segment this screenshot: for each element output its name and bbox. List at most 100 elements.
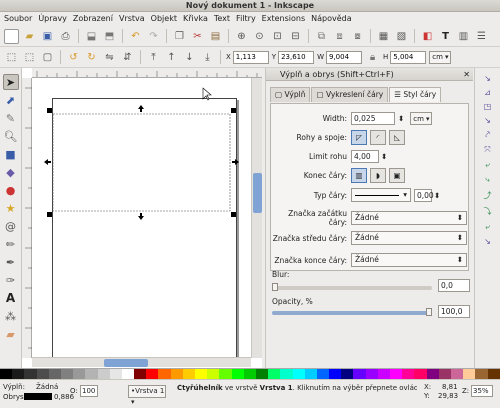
palette-swatch[interactable] — [48, 369, 61, 379]
tweak-tool-icon[interactable]: ✎ — [3, 110, 19, 126]
palette-swatch[interactable] — [12, 369, 25, 379]
palette-swatch[interactable] — [182, 369, 195, 379]
zoom-input[interactable]: 35% — [471, 385, 493, 397]
snap-guide-icon[interactable]: ⤶ — [485, 222, 489, 232]
lock-icon[interactable]: 🔒︎ — [365, 50, 380, 65]
blur-slider-knob[interactable] — [272, 283, 278, 291]
palette-swatch[interactable] — [255, 369, 269, 379]
selector-tool-icon[interactable]: ➤ — [2, 74, 19, 90]
pencil-tool-icon[interactable]: ✏ — [3, 236, 19, 252]
palette-swatch[interactable] — [85, 369, 98, 379]
layer-select[interactable]: •Vrstva 1 ▾ — [128, 385, 166, 406]
zoom-width-icon[interactable]: ⊟ — [288, 29, 303, 44]
paste-icon[interactable]: ▤ — [208, 29, 223, 44]
text-tool-icon[interactable]: A — [3, 290, 19, 306]
spiral-tool-icon[interactable]: @ — [3, 218, 19, 234]
snap-midpoints-icon[interactable]: ⤶ — [485, 160, 489, 170]
tab-stroke-style[interactable]: ☰ Styl čáry — [389, 87, 442, 102]
palette-swatch[interactable] — [402, 369, 415, 379]
dash-offset-spin[interactable]: 0,00 — [414, 188, 434, 202]
print-icon[interactable]: ⎙ — [58, 29, 73, 44]
rectangle-tool-icon[interactable]: ■ — [3, 146, 19, 162]
redo-icon[interactable]: ↷ — [146, 29, 161, 44]
lower-bottom-icon[interactable]: ⤓ — [200, 50, 215, 65]
unit-select[interactable]: cm ▾ — [429, 50, 452, 64]
opacity-indicator-input[interactable]: 100 — [80, 385, 98, 397]
menu-objekt[interactable]: Objekt — [151, 12, 177, 26]
menu-zobrazeni[interactable]: Zobrazení — [73, 12, 113, 26]
xml-editor-icon[interactable]: ▥ — [456, 29, 471, 44]
tab-fill[interactable]: ▢ Výplň — [270, 87, 311, 102]
end-marker-select[interactable]: Žádné ⬍ — [351, 253, 467, 267]
open-icon[interactable]: ▰ — [22, 29, 37, 44]
tab-stroke-paint[interactable]: ▢ Vykreslení čáry — [311, 87, 389, 102]
select-all-icon[interactable]: ⬚ — [4, 50, 19, 65]
new-document-icon[interactable] — [4, 28, 19, 44]
width-spin-arrows-icon[interactable]: ⬍ — [398, 114, 404, 123]
snap-rotation-icon[interactable]: ↘ — [484, 237, 491, 246]
width-input[interactable] — [326, 50, 362, 64]
mid-marker-select[interactable]: Žádné ⬍ — [351, 231, 467, 245]
start-marker-select[interactable]: Žádné ⬍ — [351, 211, 467, 225]
vertical-scroll-thumb[interactable] — [253, 173, 262, 213]
palette-swatch[interactable] — [170, 369, 183, 379]
unlink-clone-icon[interactable]: ⧇ — [350, 29, 365, 44]
import-icon[interactable]: ⬓ — [84, 29, 99, 44]
ungroup-icon[interactable]: ▧ — [394, 29, 409, 44]
menu-extensions[interactable]: Extensions — [262, 12, 305, 26]
palette-swatch[interactable] — [73, 369, 86, 379]
miter-join-icon[interactable]: ◸ — [351, 130, 367, 145]
snap-paths-icon[interactable]: ⤤ — [485, 130, 490, 140]
miter-limit-spin[interactable]: 4,00 — [351, 150, 379, 163]
zoom-drawing-icon[interactable]: ⊙ — [252, 29, 267, 44]
palette-swatch[interactable] — [0, 369, 13, 379]
rotate-cw-icon[interactable]: ↻ — [84, 50, 99, 65]
snap-bbox-edges-icon[interactable]: ◳ — [484, 102, 492, 111]
clone-icon[interactable]: ⧈ — [332, 29, 347, 44]
eraser-tool-icon[interactable]: ▰ — [3, 326, 19, 342]
cut-icon[interactable]: ✂ — [190, 29, 205, 44]
palette-swatch[interactable] — [121, 369, 135, 379]
menu-filtry[interactable]: Filtry — [236, 12, 256, 26]
zoom-selection-icon[interactable]: ⊕ — [234, 29, 249, 44]
blur-slider[interactable] — [272, 283, 432, 291]
pen-tool-icon[interactable]: ✒ — [3, 254, 19, 270]
palette-swatch[interactable] — [304, 369, 317, 379]
palette-swatch[interactable] — [450, 369, 464, 379]
text-font-icon[interactable]: T — [438, 29, 453, 44]
width-spin[interactable]: 0,025 — [351, 112, 395, 125]
undo-icon[interactable]: ↶ — [128, 29, 143, 44]
snap-enable-icon[interactable]: ↘ — [484, 74, 491, 83]
calligraphy-tool-icon[interactable]: ✑ — [3, 272, 19, 288]
palette-swatch[interactable] — [146, 369, 159, 379]
palette-swatch[interactable] — [195, 369, 208, 379]
round-join-icon[interactable]: ◜ — [370, 130, 386, 145]
copy-icon[interactable]: ❐ — [172, 29, 187, 44]
square-cap-icon[interactable]: ▣ — [389, 168, 405, 183]
spray-tool-icon[interactable]: ⁂ — [3, 308, 19, 324]
palette-swatch[interactable] — [134, 369, 147, 379]
opacity-slider[interactable] — [272, 308, 432, 316]
ellipse-tool-icon[interactable]: ● — [3, 182, 19, 198]
palette-swatch[interactable] — [353, 369, 366, 379]
palette-swatch[interactable] — [97, 369, 110, 379]
miter-spin-arrows-icon[interactable]: ⬍ — [381, 152, 387, 161]
palette-swatch[interactable] — [268, 369, 281, 379]
palette-swatch[interactable] — [329, 369, 342, 379]
snap-page-icon[interactable]: ⤴ — [484, 190, 492, 201]
palette-swatch[interactable] — [438, 369, 451, 379]
palette-swatch[interactable] — [109, 369, 122, 379]
palette-swatch[interactable] — [292, 369, 305, 379]
flip-horizontal-icon[interactable]: ⇋ — [102, 50, 117, 65]
palette-swatch[interactable] — [365, 369, 378, 379]
snap-nodes-icon[interactable]: ↘ — [484, 116, 491, 125]
palette-swatch[interactable] — [341, 369, 354, 379]
export-icon[interactable]: ⬒ — [102, 29, 117, 44]
palette-swatch[interactable] — [475, 369, 488, 379]
zoom-page-icon[interactable]: ⊡ — [270, 29, 285, 44]
palette-swatch[interactable] — [487, 369, 500, 379]
close-icon[interactable]: ✕ — [463, 68, 470, 81]
y-input[interactable] — [278, 50, 315, 64]
fill-stroke-icon[interactable]: ◧ — [420, 29, 435, 44]
butt-cap-icon[interactable]: ▥ — [351, 168, 367, 183]
